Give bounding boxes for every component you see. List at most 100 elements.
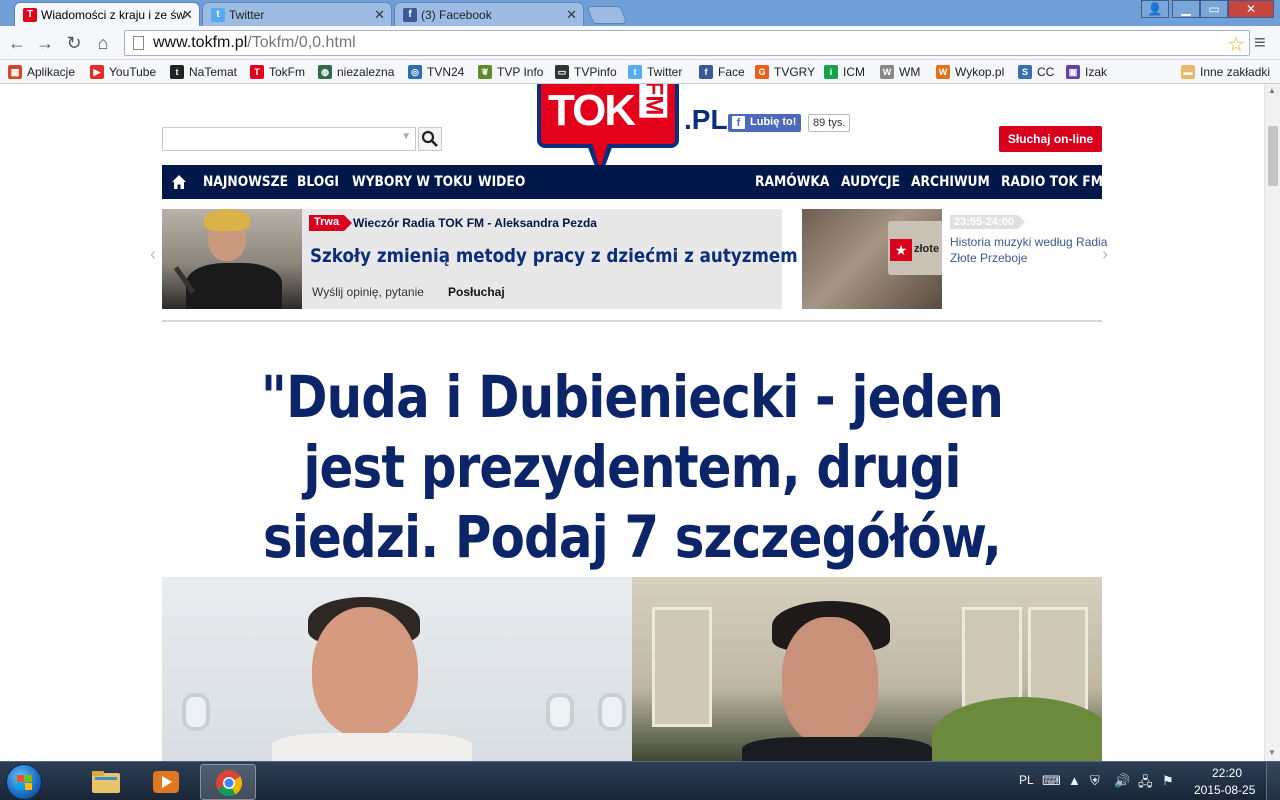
nav-archiwum[interactable]: ARCHIWUM: [911, 165, 990, 199]
bookmark-youtube[interactable]: ▶ YouTube: [90, 64, 156, 80]
bookmark-label: Face: [718, 65, 745, 79]
new-tab-button[interactable]: [586, 6, 628, 24]
bookmark-wm[interactable]: W WM: [880, 64, 920, 80]
language-indicator[interactable]: PL: [1019, 773, 1034, 787]
bookmark-face[interactable]: f Face: [699, 64, 745, 80]
volume-icon[interactable]: 🔊: [1114, 773, 1130, 789]
home-icon[interactable]: ⌂: [92, 32, 114, 54]
article-photo-duda[interactable]: [162, 577, 632, 761]
listen-online-button[interactable]: Słuchaj on-line: [999, 126, 1102, 152]
show-desktop-button[interactable]: [1266, 762, 1280, 800]
browser-toolbar: ← → ↻ ⌂ www.tokfm.pl/Tokfm/0,0.html ☆ ≡: [0, 26, 1280, 60]
taskbar-explorer[interactable]: [78, 764, 134, 800]
start-button[interactable]: [6, 764, 42, 800]
up-next-description[interactable]: Historia muzyki według Radia Złote Przeb…: [950, 234, 1110, 266]
bookmark-wykop-pl[interactable]: W Wykop.pl: [936, 64, 1004, 80]
nav-wybory-w-toku[interactable]: WYBORY W TOKU: [352, 165, 472, 199]
listen-link[interactable]: Posłuchaj: [448, 285, 505, 299]
nav-ramowka[interactable]: RAMÓWKA: [755, 165, 829, 199]
forward-arrow-icon[interactable]: →: [34, 32, 56, 54]
bookmark-label: Inne zakładki: [1200, 65, 1271, 79]
tab-label: Wiadomości z kraju i ze św: [41, 8, 186, 22]
up-next-box[interactable]: ★ złote 23:55-24:00 Historia muzyki wedł…: [802, 209, 1107, 309]
scroll-down-icon[interactable]: ▼: [1268, 748, 1276, 757]
now-show-title[interactable]: Wieczór Radia TOK FM - Aleksandra Pezda: [353, 216, 597, 230]
tray-expand-icon[interactable]: ▲: [1068, 773, 1081, 788]
home-icon[interactable]: [171, 174, 187, 190]
nav-audycje[interactable]: AUDYCJE: [841, 165, 900, 199]
maximize-button[interactable]: ▭: [1200, 0, 1228, 18]
taskbar-chrome[interactable]: [200, 764, 256, 800]
close-icon[interactable]: ✕: [374, 7, 385, 23]
facebook-like-button[interactable]: f Lubię to!: [728, 114, 802, 132]
bookmark-tvn24[interactable]: ◎ TVN24: [408, 64, 464, 80]
bookmark-inne-zakładki[interactable]: ▬ Inne zakładki: [1181, 64, 1270, 80]
now-playing-box[interactable]: Trwa Wieczór Radia TOK FM - Aleksandra P…: [162, 209, 798, 309]
bookmark-label: Aplikacje: [27, 65, 76, 79]
network-icon[interactable]: 🖧: [1138, 773, 1153, 795]
bookmark-label: Wykop.pl: [955, 65, 1005, 79]
send-opinion-link[interactable]: Wyślij opinię, pytanie: [312, 285, 424, 299]
vertical-scrollbar[interactable]: ▲ ▼: [1264, 84, 1280, 761]
article-photo-dubieniecki[interactable]: [632, 577, 1102, 761]
bookmark-icm[interactable]: i ICM: [824, 64, 865, 80]
zlote-logo-text: złote: [914, 243, 940, 255]
bookmark-label: TokFm: [269, 65, 305, 79]
close-icon[interactable]: ✕: [566, 7, 577, 23]
bookmark-twitter[interactable]: t Twitter: [628, 64, 682, 80]
bookmark-label: Izak: [1085, 65, 1108, 79]
bookmark-tvgry[interactable]: G TVGRY: [755, 64, 815, 80]
tab-twitter[interactable]: t Twitter ✕: [202, 2, 392, 26]
scrollbar-thumb[interactable]: [1268, 126, 1278, 186]
menu-icon[interactable]: ≡: [1254, 32, 1266, 55]
youtube-icon: ▶: [90, 65, 104, 79]
bookmark-aplikacje[interactable]: ▦ Aplikacje: [8, 64, 75, 80]
taskbar-media-player[interactable]: [138, 764, 194, 800]
bookmark-niezalezna[interactable]: ◍ niezalezna: [318, 64, 394, 80]
bookmark-star-icon[interactable]: ☆: [1227, 32, 1245, 57]
clock-time[interactable]: 22:20: [1212, 766, 1242, 780]
tab-tokfm[interactable]: T Wiadomości z kraju i ze św ✕: [14, 2, 200, 26]
bookmark-label: TVGRY: [774, 65, 816, 79]
tokfm-icon: T: [250, 65, 264, 79]
bookmark-natemat[interactable]: t NaTemat: [170, 64, 237, 80]
security-icon[interactable]: ⛨: [1090, 773, 1100, 789]
bookmark-tvp-info[interactable]: ❦ TVP Info: [478, 64, 543, 80]
close-icon[interactable]: ✕: [182, 7, 193, 23]
clock-date[interactable]: 2015-08-25: [1194, 783, 1255, 797]
carousel-prev-arrow[interactable]: ‹: [150, 244, 156, 265]
reload-icon[interactable]: ↻: [63, 32, 85, 54]
address-bar[interactable]: www.tokfm.pl/Tokfm/0,0.html ☆: [124, 30, 1250, 56]
tv-icon: ▭: [555, 65, 569, 79]
globe-icon: ◍: [318, 65, 332, 79]
media-player-icon: [153, 771, 179, 793]
user-button[interactable]: 👤: [1141, 0, 1169, 18]
nav-wideo[interactable]: WIDEO: [478, 165, 525, 199]
twitter-icon: t: [628, 65, 642, 79]
minimize-button[interactable]: ▁: [1172, 0, 1200, 18]
now-headline[interactable]: Szkoły zmienią metody pracy z dziećmi z …: [310, 245, 798, 267]
action-center-flag-icon[interactable]: ⚑: [1162, 773, 1174, 789]
search-button[interactable]: [418, 127, 442, 151]
close-window-button[interactable]: ✕: [1228, 0, 1274, 18]
logo-text: TOK: [548, 86, 636, 135]
bookmark-cc[interactable]: S CC: [1018, 64, 1054, 80]
chevron-down-icon[interactable]: ▼: [401, 131, 411, 142]
bookmark-izak[interactable]: ▣ Izak: [1066, 64, 1107, 80]
search-input[interactable]: ▼: [162, 127, 416, 151]
bookmark-tokfm[interactable]: T TokFm: [250, 64, 305, 80]
nav-najnowsze[interactable]: NAJNOWSZE: [203, 165, 288, 199]
tvpinfo-icon: ❦: [478, 65, 492, 79]
chrome-icon: [216, 770, 243, 797]
search-icon: [421, 130, 438, 147]
nav-radio-tok-fm[interactable]: RADIO TOK FM: [1001, 165, 1103, 199]
tab-label: Twitter: [229, 8, 265, 22]
bookmark-tvpinfo[interactable]: ▭ TVPinfo: [555, 64, 617, 80]
back-arrow-icon[interactable]: ←: [6, 32, 28, 54]
nav-blogi[interactable]: BLOGI: [297, 165, 339, 199]
keyboard-icon[interactable]: ⌨: [1042, 773, 1061, 789]
tokfm-icon: T: [23, 8, 37, 22]
tab-facebook[interactable]: f (3) Facebook ✕: [394, 2, 584, 26]
scroll-up-icon[interactable]: ▲: [1268, 86, 1276, 95]
wm-icon: W: [880, 65, 894, 79]
